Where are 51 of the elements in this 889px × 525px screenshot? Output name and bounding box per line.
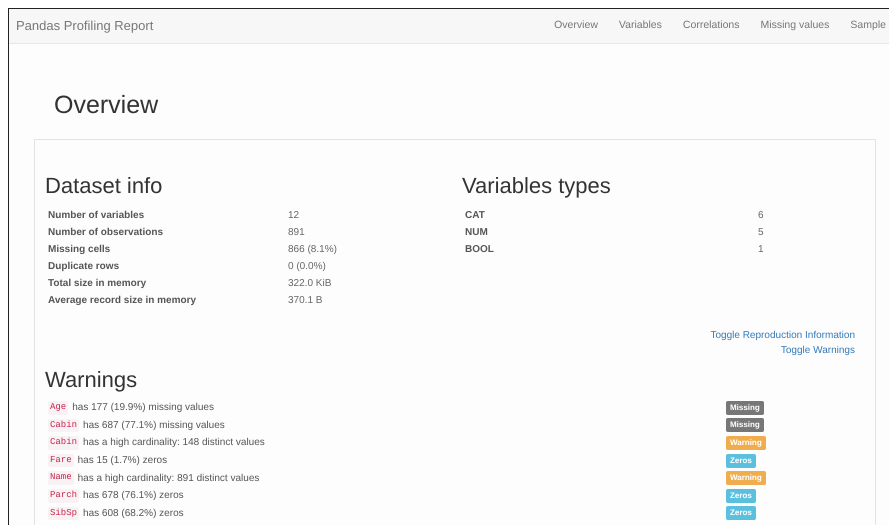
stat-label: Number of observations: [48, 226, 164, 240]
warning-text: has 177 (19.9%) missing values: [72, 401, 214, 416]
page-title: Overview: [54, 93, 160, 118]
status-badge: Missing: [726, 418, 764, 432]
toggle-link[interactable]: Toggle Reproduction Information: [710, 329, 855, 342]
variable-code: Name: [48, 471, 74, 485]
status-badge: Zeros: [726, 454, 756, 468]
status-badge: Warning: [726, 471, 766, 486]
section-heading: Warnings: [45, 369, 138, 391]
stat-label: Number of variables: [48, 209, 146, 223]
stat-label: CAT: [465, 209, 486, 223]
toggle-link[interactable]: Toggle Warnings: [780, 344, 855, 357]
variable-code: Fare: [48, 454, 74, 468]
stat-label: NUM: [465, 226, 489, 240]
stat-label: Total size in memory: [48, 277, 148, 291]
stat-label: Average record size in memory: [48, 294, 198, 308]
variable-code: Age: [48, 401, 68, 415]
stat-value: 6: [758, 209, 764, 223]
nav-link[interactable]: Correlations: [682, 18, 740, 34]
stat-label: Duplicate rows: [48, 260, 120, 274]
nav-link[interactable]: Sample: [850, 18, 886, 34]
stat-value: 0 (0.0%): [288, 260, 326, 274]
stat-value: 891: [288, 226, 305, 240]
status-badge: Zeros: [726, 506, 756, 520]
brand-link[interactable]: Pandas Profiling Report: [16, 16, 154, 36]
stat-value: 866 (8.1%): [288, 243, 337, 257]
nav-link[interactable]: Overview: [554, 18, 598, 34]
stat-label: BOOL: [465, 243, 495, 257]
nav-link[interactable]: Variables: [618, 18, 662, 34]
warning-text: has 15 (1.7%) zeros: [78, 454, 168, 468]
variable-code: Cabin: [48, 436, 80, 450]
stat-value: 1: [758, 243, 764, 257]
section-heading: Variables types: [462, 175, 612, 197]
variable-code: Parch: [48, 489, 80, 503]
warning-text: has 608 (68.2%) zeros: [83, 506, 184, 521]
variable-code: Cabin: [48, 418, 80, 432]
stat-value: 322.0 KiB: [288, 277, 332, 291]
warning-text: has 687 (77.1%) missing values: [83, 418, 225, 433]
status-badge: Missing: [726, 400, 764, 415]
stat-value: 5: [758, 226, 764, 240]
nav-link[interactable]: Missing values: [760, 18, 830, 34]
variable-code: SibSp: [48, 506, 80, 520]
status-badge: Zeros: [726, 488, 756, 503]
stat-value: 12: [288, 209, 300, 223]
warning-text: has 678 (76.1%) zeros: [83, 489, 184, 504]
stat-value: 370.1 B: [288, 294, 322, 308]
section-heading: Dataset info: [45, 175, 164, 197]
stat-label: Missing cells: [48, 243, 112, 257]
warning-text: has a high cardinality: 148 distinct values: [83, 436, 265, 450]
warning-text: has a high cardinality: 891 distinct values: [78, 472, 260, 486]
status-badge: Warning: [726, 436, 766, 450]
